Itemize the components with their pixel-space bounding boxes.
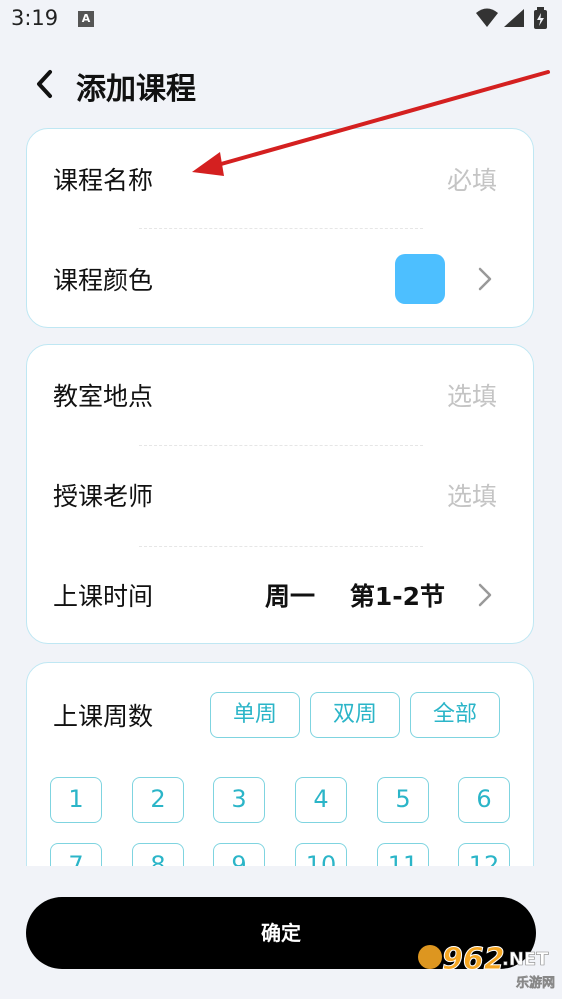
class-time-label: 上课时间 xyxy=(53,582,154,611)
course-name-input[interactable]: 必填 xyxy=(447,161,497,197)
watermark-suffix: .NET xyxy=(502,949,549,970)
course-name-label: 课程名称 xyxy=(53,166,154,195)
class-time-value[interactable]: 周一 第1-2节 xyxy=(265,577,445,613)
week-button[interactable]: 2 xyxy=(132,777,184,823)
wifi-icon xyxy=(476,8,498,27)
week-button[interactable]: 4 xyxy=(295,777,347,823)
week-button[interactable]: 1 xyxy=(50,777,102,823)
notification-indicator-icon: A xyxy=(78,11,94,27)
week-button[interactable]: 5 xyxy=(377,777,429,823)
classroom-label: 教室地点 xyxy=(53,382,154,411)
signal-icon xyxy=(504,9,524,27)
course-color-row[interactable]: 课程颜色 xyxy=(27,229,533,329)
header: 添加课程 xyxy=(0,50,562,114)
watermark-subtitle: 乐游网 xyxy=(516,975,555,991)
course-color-label: 课程颜色 xyxy=(53,266,154,295)
chevron-right-icon[interactable] xyxy=(477,266,493,292)
chevron-right-icon[interactable] xyxy=(477,582,493,608)
odd-weeks-button[interactable]: 单周 xyxy=(210,692,300,738)
week-button[interactable]: 6 xyxy=(458,777,510,823)
page-title: 添加课程 xyxy=(76,72,196,107)
teacher-input[interactable]: 选填 xyxy=(447,477,497,513)
status-icons xyxy=(476,7,547,29)
classroom-row[interactable]: 教室地点 选填 xyxy=(27,345,533,445)
class-time-row[interactable]: 上课时间 周一 第1-2节 xyxy=(27,545,533,645)
course-detail-card: 教室地点 选填 授课老师 选填 上课时间 周一 第1-2节 xyxy=(26,344,534,644)
week-button[interactable]: 3 xyxy=(213,777,265,823)
course-basic-card: 课程名称 必填 课程颜色 xyxy=(26,128,534,328)
color-swatch[interactable] xyxy=(395,254,445,304)
status-bar: 3:19 A xyxy=(0,0,562,38)
even-weeks-button[interactable]: 双周 xyxy=(310,692,400,738)
classroom-input[interactable]: 选填 xyxy=(447,377,497,413)
watermark-number: 962 xyxy=(442,942,505,977)
chevron-left-icon[interactable] xyxy=(32,68,60,100)
battery-charging-icon xyxy=(534,7,547,29)
status-time: 3:19 xyxy=(11,6,59,30)
weeks-label: 上课周数 xyxy=(53,702,154,731)
teacher-label: 授课老师 xyxy=(53,482,154,511)
watermark-logo: 962 .NET 乐游网 xyxy=(418,942,555,991)
teacher-row[interactable]: 授课老师 选填 xyxy=(27,445,533,545)
course-name-row[interactable]: 课程名称 必填 xyxy=(27,129,533,229)
all-weeks-button[interactable]: 全部 xyxy=(410,692,500,738)
